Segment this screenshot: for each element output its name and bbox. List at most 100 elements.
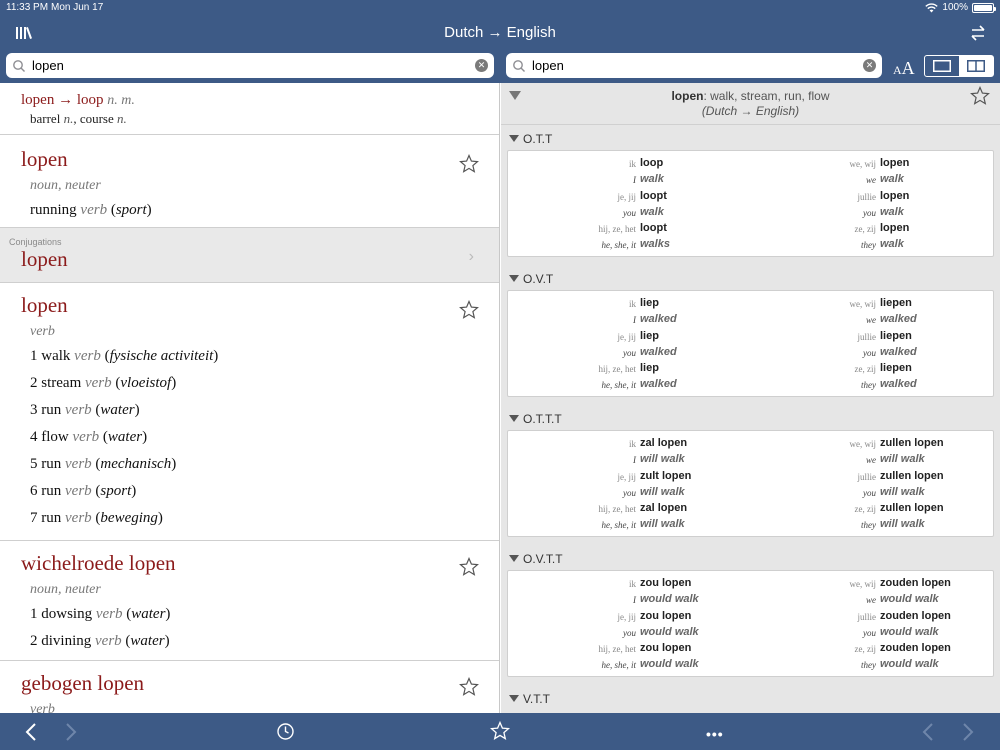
context-label: fysische activiteit (109, 348, 214, 364)
context-label: mechanisch (100, 456, 172, 472)
swap-direction-icon[interactable] (968, 24, 988, 42)
single-pane-button[interactable] (925, 56, 959, 76)
pronoun: we, wij (849, 159, 877, 169)
pronoun: ze, zij (854, 644, 877, 654)
sense-list: 1 walk verb (fysische activiteit) 2 strea… (21, 348, 499, 527)
pronoun-english: I (633, 455, 636, 465)
verb-form-english: would walk (640, 658, 699, 670)
pronoun-english: I (633, 595, 636, 605)
search-input-right[interactable] (532, 58, 863, 73)
list-item[interactable]: lopen verb 1 walk verb (fysische activit… (0, 283, 499, 541)
search-input-left[interactable] (32, 58, 475, 73)
context: (sport) (95, 483, 137, 499)
verb-form-english: will walk (640, 518, 685, 530)
verb-form: liepen (880, 362, 912, 374)
font-size-big-label: A (901, 58, 915, 78)
conjugation-cell: we, wij liepen we walked (748, 296, 988, 328)
pronoun: jullie (857, 471, 877, 482)
verb-form: zullen lopen (880, 437, 944, 449)
pronoun-english: he, she, it (601, 660, 637, 670)
conjugations-row[interactable]: Conjugations lopen › (0, 228, 499, 283)
tense-header[interactable]: O.T.T (501, 125, 1000, 148)
tense-header[interactable]: O.V.T (501, 265, 1000, 288)
conjugation-cell: ze, zij zullen lopen they will walk (748, 501, 988, 533)
conjugation-cell: je, jij loopt you walk (508, 189, 748, 221)
verb-form-english: would walk (640, 625, 699, 638)
verb-form-english: walked (640, 378, 677, 390)
verb-form: zouden lopen (880, 577, 951, 589)
tense-section: O.T.T.T ik zal lopen Iwill walk we, wij zulle… (501, 405, 1000, 537)
font-size-button[interactable]: AA (893, 58, 915, 79)
pronoun-english: I (633, 175, 636, 185)
star-icon[interactable] (459, 300, 479, 320)
layout-toggle[interactable] (924, 55, 994, 77)
verb-form-english: would walk (880, 658, 939, 670)
verb-form-english: will walk (640, 453, 685, 465)
list-item[interactable]: lopen → loop n. m. barrel n., course n. (0, 83, 499, 135)
list-item[interactable]: lopen noun, neuter running verb (sport) (0, 135, 499, 228)
sense-number: 5 (30, 456, 38, 472)
conjugation-cell: je, jij zou lopen you would walk (508, 609, 748, 641)
verb-form: liep (640, 329, 659, 342)
part-of-speech: verb (74, 348, 101, 364)
list-item[interactable]: gebogen lopen verb (0, 661, 499, 713)
pronoun: we, wij (849, 579, 877, 589)
part-of-speech: n. (63, 111, 74, 126)
summary-word: lopen (671, 89, 704, 103)
clear-icon[interactable]: ✕ (475, 59, 488, 72)
history-icon[interactable] (276, 722, 295, 741)
back-icon[interactable] (24, 722, 38, 742)
tense-header[interactable]: O.T.T.T (501, 405, 1000, 428)
tense-section: O.V.T.T ik zou lopen Iwould walk we, wij zoud… (501, 545, 1000, 677)
next-entry-icon[interactable] (961, 722, 975, 742)
conjugation-cell: hij, ze, het zou lopen he, she, it would wa… (508, 641, 748, 673)
conjugation-cell: je, jij zult lopen you will walk (508, 469, 748, 501)
prev-entry-icon[interactable] (921, 722, 935, 742)
verb-form-english: walk (880, 205, 904, 218)
context: (water) (125, 633, 170, 649)
more-icon[interactable]: ••• (706, 726, 724, 742)
part-of-speech: verb (80, 202, 108, 218)
favorites-star-icon[interactable] (490, 721, 510, 741)
pronoun: jullie (857, 611, 877, 622)
conjugation-cell: we, wij zullen lopen we will walk (748, 436, 988, 468)
sense-number: 2 (30, 375, 38, 391)
conjugation-cell: we, wij lopen we walk (748, 156, 988, 188)
forward-icon[interactable] (64, 722, 78, 742)
context-label: sport (100, 483, 132, 499)
verb-form: loopt (640, 222, 667, 234)
sense-list: 1 dowsing verb (water) 2 divining verb (w… (21, 606, 499, 650)
tense-name: V.T.T (523, 692, 550, 706)
pronoun: jullie (857, 331, 877, 342)
verb-form: zullen lopen (880, 502, 944, 514)
conjugation-table: ik liep Iwalked we, wij liepen we walked je, ji… (507, 290, 994, 397)
split-pane-button[interactable] (959, 56, 993, 76)
sense-number: 4 (30, 429, 38, 445)
list-item[interactable]: wichelroede lopen noun, neuter 1 dowsing… (0, 541, 499, 661)
search-field-left[interactable]: ✕ (6, 53, 494, 78)
verb-form: zal lopen (640, 437, 688, 449)
pronoun-english: you (863, 487, 876, 498)
part-of-speech: verb (72, 429, 100, 445)
battery-icon (972, 2, 996, 13)
tense-section: V.T.T (501, 685, 1000, 708)
tense-section: O.V.T ik liep Iwalked we, wij liepen we walked j… (501, 265, 1000, 397)
verb-form: liepen (880, 297, 912, 309)
search-icon (13, 59, 25, 72)
star-icon[interactable] (459, 677, 479, 697)
tense-name: O.T.T.T (523, 412, 562, 426)
pronoun: jullie (857, 191, 877, 202)
conjugation-table: ik loop Iwalk we, wij lopen we walk je, jij loop… (507, 150, 994, 257)
star-icon[interactable] (459, 557, 479, 577)
clear-icon[interactable]: ✕ (863, 59, 876, 72)
status-date: Mon Jun 17 (51, 2, 104, 13)
star-icon[interactable] (970, 86, 990, 106)
tense-header[interactable]: V.T.T (501, 685, 1000, 708)
pronoun-english: they (861, 380, 876, 390)
star-icon[interactable] (459, 154, 479, 174)
tense-header[interactable]: O.V.T.T (501, 545, 1000, 568)
verb-form: zou lopen (640, 642, 692, 654)
pronoun: ik (628, 159, 636, 169)
conjugation-cell: jullie zouden lopen you would walk (748, 609, 988, 641)
search-field-right[interactable]: ✕ (506, 53, 882, 78)
